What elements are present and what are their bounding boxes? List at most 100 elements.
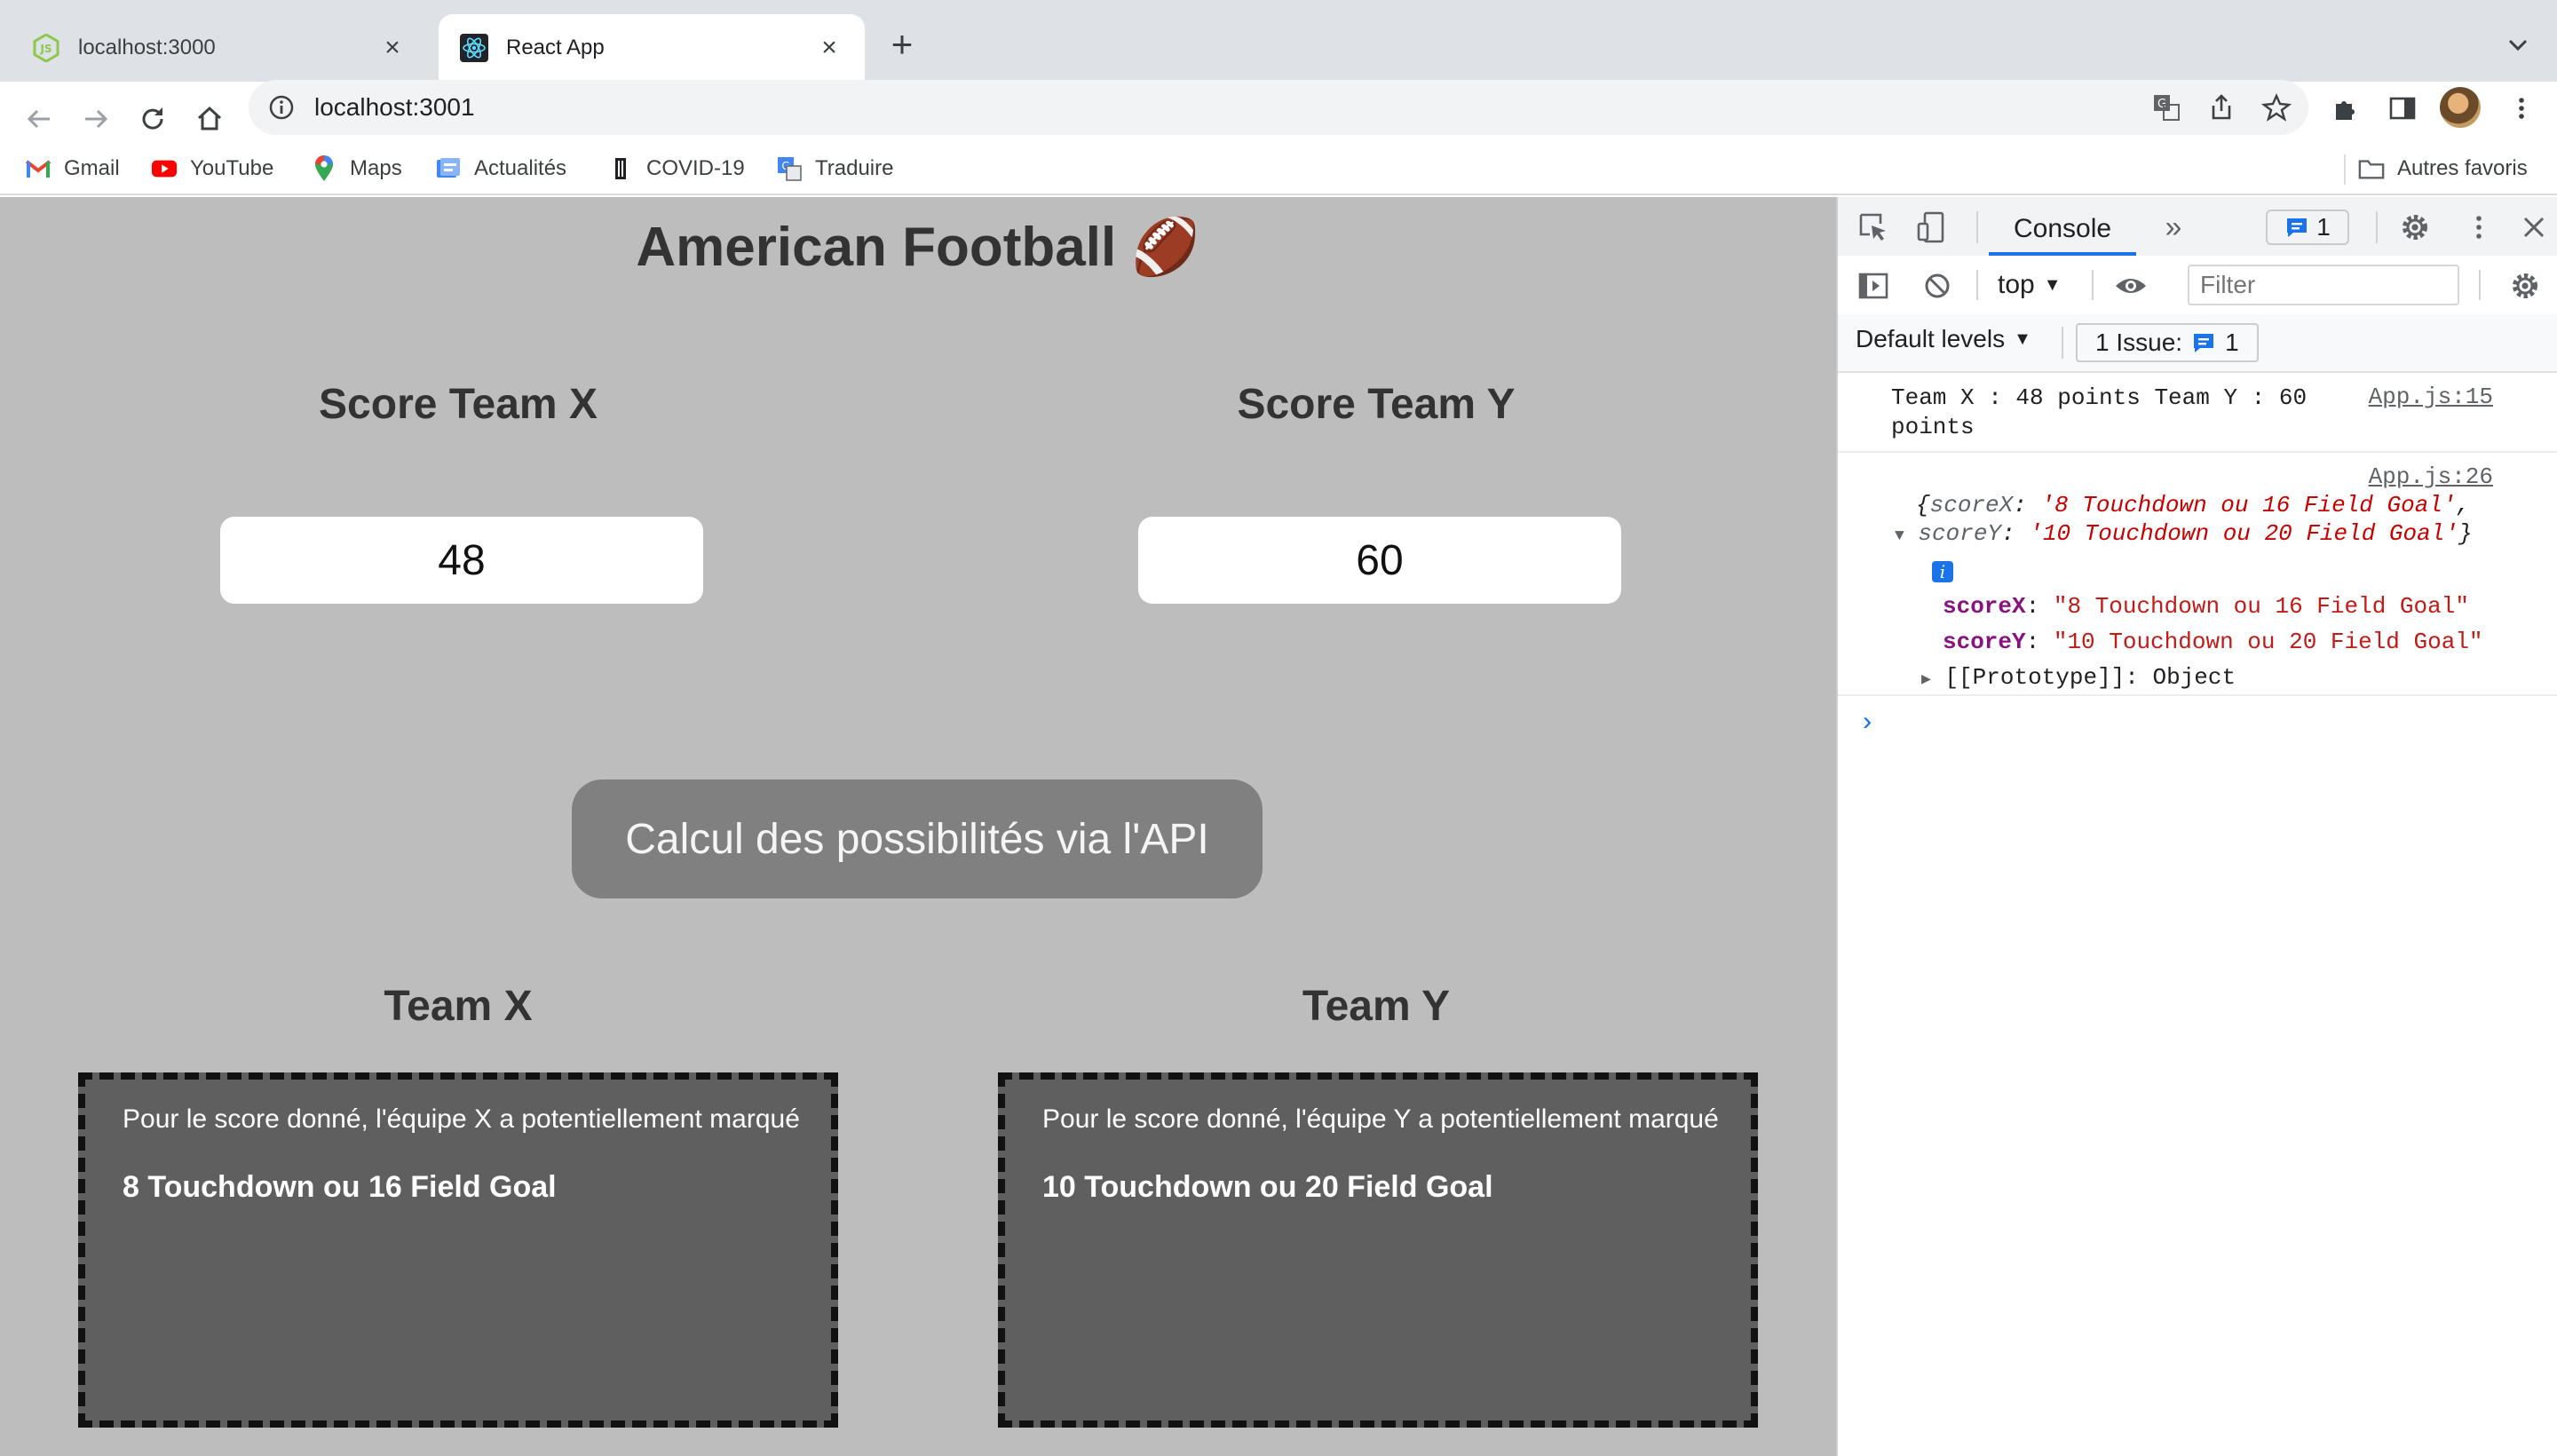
react-icon — [460, 34, 488, 62]
device-toolbar-icon[interactable] — [1912, 208, 1951, 247]
team-x-result-box: Pour le score donné, l'équipe X a potent… — [78, 1072, 838, 1428]
tab-strip: JS localhost:3000 × React App × + — [0, 0, 2557, 82]
console-prompt-icon[interactable]: › — [1859, 708, 1875, 739]
bookmark-label: YouTube — [190, 156, 274, 180]
bookmark-actualites[interactable]: Actualités — [435, 153, 566, 185]
score-team-x-input[interactable] — [220, 517, 703, 604]
close-icon[interactable]: × — [815, 34, 843, 62]
bookmarks-divider — [2344, 154, 2346, 185]
team-y-result-box: Pour le score donné, l'équipe Y a potent… — [998, 1072, 1758, 1428]
arrow-right-icon — [85, 109, 108, 129]
context-selector[interactable]: top ▼ — [1998, 265, 2062, 305]
prototype-label: [[Prototype]]: Object — [1944, 664, 2236, 691]
tab-react-app[interactable]: React App × — [439, 14, 865, 82]
back-button[interactable] — [14, 94, 64, 144]
source-link[interactable]: App.js:15 — [2369, 384, 2493, 410]
message-icon — [2194, 334, 2214, 352]
log-text: Team X : 48 points Team Y : 60 points — [1891, 384, 2388, 442]
folder-icon — [2358, 155, 2385, 182]
object-preview[interactable]: {scoreX: '8 Touchdown ou 16 Field Goal', — [1916, 492, 2470, 518]
url-text[interactable]: localhost:3001 — [314, 93, 475, 122]
bookmark-label: Gmail — [64, 156, 120, 180]
console-settings-gear-icon[interactable] — [2506, 266, 2545, 305]
messages-badge[interactable]: 1 — [2266, 210, 2349, 245]
info-icon[interactable] — [268, 94, 295, 121]
log-line: Team X : 48 points Team Y : 60 — [1891, 384, 2308, 411]
prototype-entry[interactable]: ▶ [[Prototype]]: Object — [1921, 664, 2236, 691]
star-icon[interactable] — [2259, 90, 2294, 125]
bookmark-maps[interactable]: Maps — [311, 153, 402, 185]
forward-button[interactable] — [71, 94, 121, 144]
tab-console[interactable]: Console — [1989, 206, 2137, 256]
issues-label: 1 Issue: — [2095, 328, 2183, 356]
translate-page-icon[interactable]: G — [2149, 90, 2184, 125]
close-icon[interactable]: × — [378, 34, 407, 62]
home-icon — [197, 106, 222, 131]
bookmark-label: Maps — [350, 156, 402, 180]
chevron-down-icon[interactable] — [2502, 28, 2534, 60]
source-link[interactable]: App.js:26 — [2369, 463, 2493, 490]
object-key: scoreX — [1929, 492, 2014, 518]
property-key: scoreY — [1943, 629, 2026, 655]
log-line: points — [1891, 414, 1975, 440]
bookmark-youtube[interactable]: YouTube — [151, 153, 273, 185]
sidebar-toggle-icon[interactable] — [1854, 266, 1893, 305]
triangle-down-icon: ▼ — [2014, 328, 2031, 349]
toolbar-divider — [1976, 270, 1978, 300]
issues-count: 1 — [2225, 328, 2239, 356]
toolbar-divider — [2092, 270, 2094, 300]
bookmark-other-folder[interactable]: Autres favoris — [2358, 153, 2528, 185]
new-tab-button[interactable]: + — [884, 26, 920, 63]
devtools-panel: Console » 1 top ▼ Filter Default levels … — [1836, 197, 2557, 1456]
bookmark-traduire[interactable]: G Traduire — [776, 153, 893, 185]
filter-input[interactable] — [2188, 265, 2459, 305]
team-y-title: Team Y — [1302, 983, 1451, 1030]
eye-icon[interactable] — [2111, 266, 2150, 305]
issues-button[interactable]: 1 Issue: 1 — [2076, 323, 2259, 362]
bookmark-covid[interactable]: COVID-19 — [607, 153, 745, 185]
youtube-icon — [151, 155, 178, 182]
more-tabs-icon[interactable]: » — [2154, 208, 2193, 247]
log-levels-dropdown[interactable]: Default levels ▼ — [1856, 325, 2031, 353]
close-icon[interactable] — [2514, 208, 2553, 247]
settings-gear-icon[interactable] — [2395, 208, 2434, 247]
object-brace: } — [2458, 520, 2473, 547]
clear-console-icon[interactable] — [1918, 266, 1957, 305]
calculate-button[interactable]: Calcul des possibilités via l'API — [572, 779, 1263, 898]
reload-icon — [142, 107, 163, 130]
info-icon[interactable]: i — [1932, 561, 1953, 582]
object-key: scoreY — [1918, 520, 2002, 547]
home-button[interactable] — [185, 94, 234, 144]
bookmark-gmail[interactable]: Gmail — [25, 153, 120, 185]
toolbar-divider — [1976, 211, 1978, 243]
property-key: scoreX — [1943, 593, 2026, 620]
side-panel-icon[interactable] — [2383, 89, 2422, 128]
toolbar-divider — [2376, 211, 2378, 243]
reload-button[interactable] — [128, 94, 178, 144]
triangle-down-icon: ▼ — [1895, 527, 1904, 545]
object-brace: { — [1916, 492, 1930, 518]
toolbar-divider — [2062, 327, 2063, 359]
extensions-icon[interactable] — [2326, 89, 2365, 128]
console-message: App.js:26 {scoreX: '8 Touchdown ou 16 Fi… — [1838, 453, 2557, 696]
bookmark-label: COVID-19 — [646, 156, 745, 180]
score-team-x-label: Score Team X — [319, 381, 598, 428]
object-preview-line2[interactable]: ▼ scoreY: '10 Touchdown ou 20 Field Goal… — [1895, 520, 2473, 547]
bookmarks-bar: Gmail YouTube Maps Actualités COVID-19 G… — [0, 144, 2557, 195]
context-label: top — [1998, 270, 2035, 299]
svg-text:JS: JS — [39, 43, 51, 55]
gmail-icon — [25, 155, 51, 182]
kebab-menu-icon[interactable] — [2502, 89, 2541, 128]
property-value: "10 Touchdown ou 20 Field Goal" — [2053, 629, 2483, 655]
avatar[interactable] — [2440, 87, 2481, 128]
object-value: '10 Touchdown ou 20 Field Goal' — [2029, 520, 2458, 547]
inspect-element-icon[interactable] — [1854, 208, 1893, 247]
address-bar[interactable]: localhost:3001 G — [249, 80, 2308, 135]
team-y-lead-text: Pour le score donné, l'équipe Y a potent… — [1042, 1104, 1719, 1134]
score-team-y-input[interactable] — [1138, 517, 1621, 604]
tab-localhost-3000[interactable]: JS localhost:3000 × — [11, 14, 428, 82]
nodejs-icon: JS — [32, 34, 60, 62]
kebab-menu-icon[interactable] — [2459, 208, 2498, 247]
property-value: "8 Touchdown ou 16 Field Goal" — [2053, 593, 2469, 620]
share-icon[interactable] — [2204, 90, 2239, 125]
